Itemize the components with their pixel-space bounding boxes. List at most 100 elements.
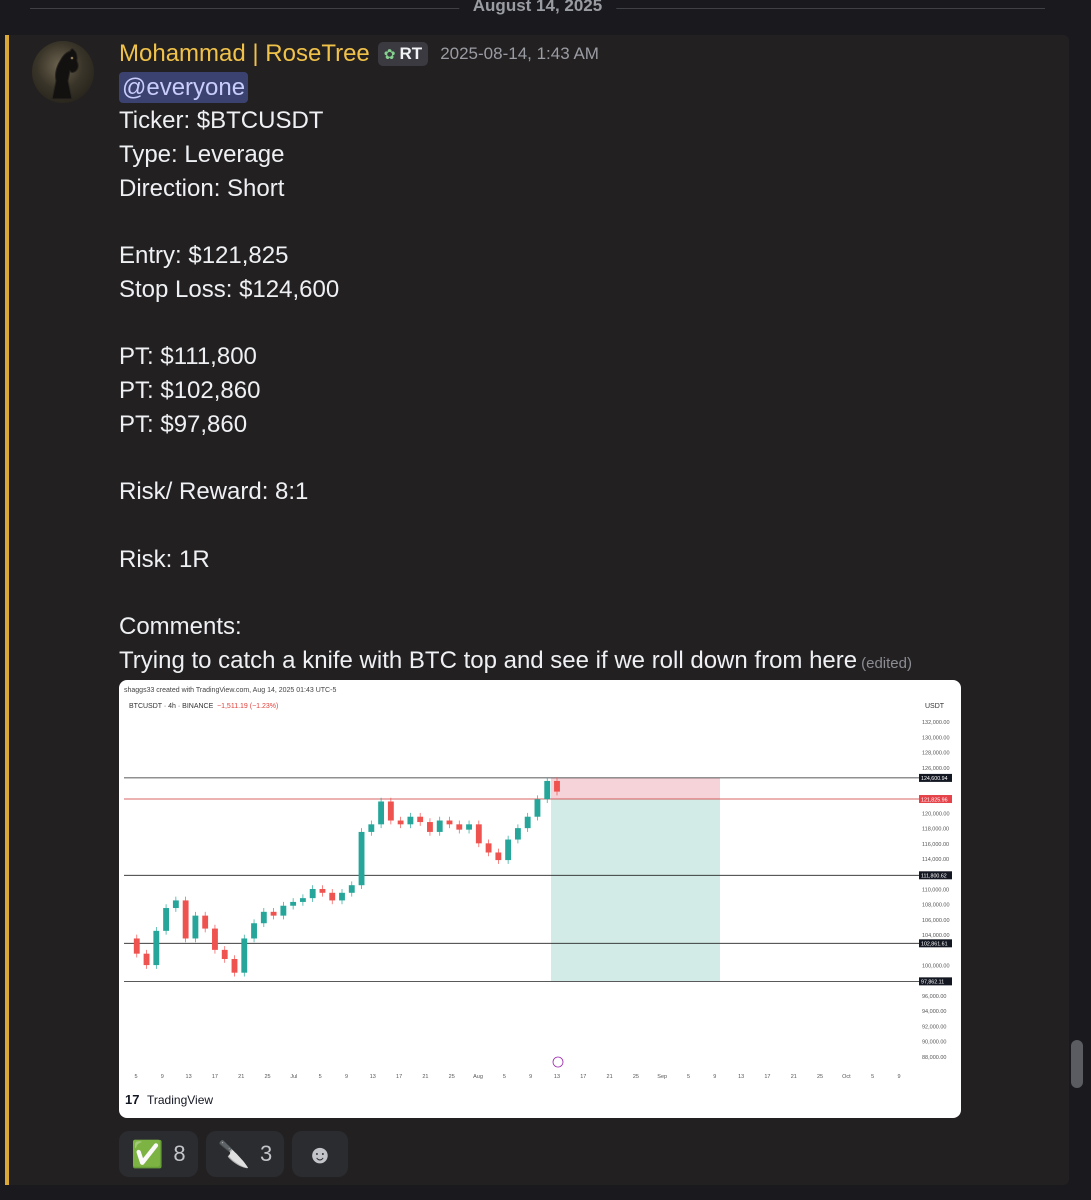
x-tick-label: Jul: [290, 1074, 297, 1080]
candle-body: [475, 824, 482, 844]
candle-body: [348, 885, 355, 893]
x-tick-label: 9: [713, 1074, 716, 1080]
x-tick-label: 5: [134, 1074, 137, 1080]
candle-body: [202, 915, 209, 929]
x-tick-label: 5: [687, 1074, 690, 1080]
x-tick-label: 25: [817, 1074, 823, 1080]
avatar[interactable]: [32, 41, 94, 103]
x-tick-label: 17: [396, 1074, 402, 1080]
candle-body: [466, 824, 472, 830]
candle-body: [554, 780, 560, 792]
chart-image-attachment[interactable]: shaggs33 created with TradingView.com, A…: [119, 680, 961, 1118]
role-tag-label: RT: [399, 44, 423, 63]
x-tick-label: 25: [449, 1074, 455, 1080]
edited-label: (edited): [861, 655, 912, 672]
ticker-line: Ticker: $BTCUSDT: [119, 107, 324, 134]
x-tick-label: 13: [370, 1074, 376, 1080]
candle-body: [319, 889, 326, 893]
y-tick-label: 100,000.00: [922, 964, 950, 970]
message[interactable]: Mohammad | RoseTree ✿ RT 2025-08-14, 1:4…: [5, 35, 1069, 1185]
level-price-label: 102,861.61: [921, 942, 948, 948]
candle-body: [417, 816, 424, 823]
tv-logo-mark-icon: 17: [125, 1092, 139, 1107]
x-tick-label: 17: [764, 1074, 770, 1080]
y-tick-label: 130,000.00: [922, 735, 950, 741]
y-tick-label: 132,000.00: [922, 720, 950, 726]
candle-body: [446, 820, 453, 825]
candle-body: [251, 923, 257, 939]
y-tick-label: 108,000.00: [922, 903, 950, 909]
candle-body: [133, 938, 140, 954]
message-timestamp[interactable]: 2025-08-14, 1:43 AM: [440, 44, 599, 64]
tradingview-logo: 17 TradingView: [125, 1092, 213, 1107]
scrollbar-thumb[interactable]: [1071, 1040, 1083, 1088]
tradingview-chart: shaggs33 created with TradingView.com, A…: [124, 687, 952, 1107]
direction-line: Direction: Short: [119, 175, 285, 202]
bottom-strip: [0, 1185, 1091, 1200]
horse-avatar-icon: [51, 48, 79, 100]
candle-body: [172, 900, 179, 909]
risk-line: Risk: 1R: [119, 546, 210, 573]
chart-symbol: BTCUSDT · 4h · BINANCE: [129, 703, 214, 710]
stop-loss-line: Stop Loss: $124,600: [119, 276, 340, 303]
stop-loss-zone: [551, 777, 720, 800]
leaf-icon: ✿: [383, 45, 396, 62]
profit-zone: [551, 799, 720, 982]
x-tick-label: 9: [161, 1074, 164, 1080]
reaction-knife[interactable]: 🔪 3: [205, 1131, 285, 1177]
y-tick-label: 106,000.00: [922, 918, 950, 924]
level-price-label: 97,862.11: [921, 980, 944, 986]
candle-body: [153, 930, 160, 966]
candle-body: [329, 892, 336, 901]
candle-body: [358, 831, 365, 886]
candle-body: [143, 953, 150, 966]
x-tick-label: Sep: [657, 1074, 667, 1080]
candle-body: [182, 900, 189, 939]
candle-body: [436, 820, 443, 832]
pt-line-3: PT: $97,860: [119, 411, 248, 438]
entry-line: Entry: $121,825: [119, 242, 289, 269]
chart-plot: 132,000.00 130,000.00 128,000.00 126,000.00…: [124, 720, 952, 1080]
pt-line-1: PT: $111,800: [119, 343, 257, 370]
x-tick-label: 5: [871, 1074, 874, 1080]
reaction-check[interactable]: ✅ 8: [119, 1131, 198, 1177]
candle-body: [221, 949, 228, 959]
comment-line: Trying to catch a knife with BTC top and…: [119, 647, 912, 675]
y-tick-label: 92,000.00: [922, 1024, 946, 1030]
x-tick-label: 13: [186, 1074, 192, 1080]
role-tag[interactable]: ✿ RT: [377, 42, 429, 66]
candle-body: [212, 928, 218, 950]
y-tick-label: 88,000.00: [922, 1055, 946, 1061]
x-tick-label: 21: [607, 1074, 613, 1080]
y-tick-label: 118,000.00: [922, 827, 949, 833]
x-tick-label: 25: [264, 1074, 270, 1080]
reaction-count: 3: [260, 1141, 273, 1166]
author-name[interactable]: Mohammad | RoseTree: [119, 40, 370, 68]
candle-body: [280, 905, 287, 916]
x-tick-label: 21: [238, 1074, 244, 1080]
y-tick-label: 120,000.00: [922, 811, 950, 817]
x-tick-label: 13: [554, 1074, 560, 1080]
candle-body: [544, 780, 551, 800]
y-tick-label: 94,000.00: [922, 1009, 946, 1015]
tv-brand-label: TradingView: [147, 1093, 213, 1107]
x-tick-label: 17: [212, 1074, 218, 1080]
type-line: Type: Leverage: [119, 141, 285, 168]
candle-body: [456, 824, 463, 830]
candle-body: [485, 843, 492, 853]
comment-text: Trying to catch a knife with BTC top and…: [119, 647, 858, 674]
candle-body: [309, 889, 316, 899]
level-price-label: 124,600.94: [921, 776, 948, 782]
candle-body: [368, 824, 375, 832]
x-tick-label: 5: [319, 1074, 322, 1080]
everyone-mention[interactable]: @everyone: [119, 72, 249, 103]
chart-currency: USDT: [925, 703, 945, 710]
candle-body: [378, 801, 385, 825]
candle-body: [163, 908, 170, 931]
y-tick-label: 126,000.00: [922, 766, 950, 772]
level-price-label: 111,800.62: [921, 874, 947, 880]
add-reaction-icon: ☻: [306, 1138, 334, 1169]
check-mark-icon: ✅: [131, 1138, 164, 1169]
add-reaction-button[interactable]: ☻: [292, 1131, 348, 1177]
x-tick-label: 9: [529, 1074, 532, 1080]
